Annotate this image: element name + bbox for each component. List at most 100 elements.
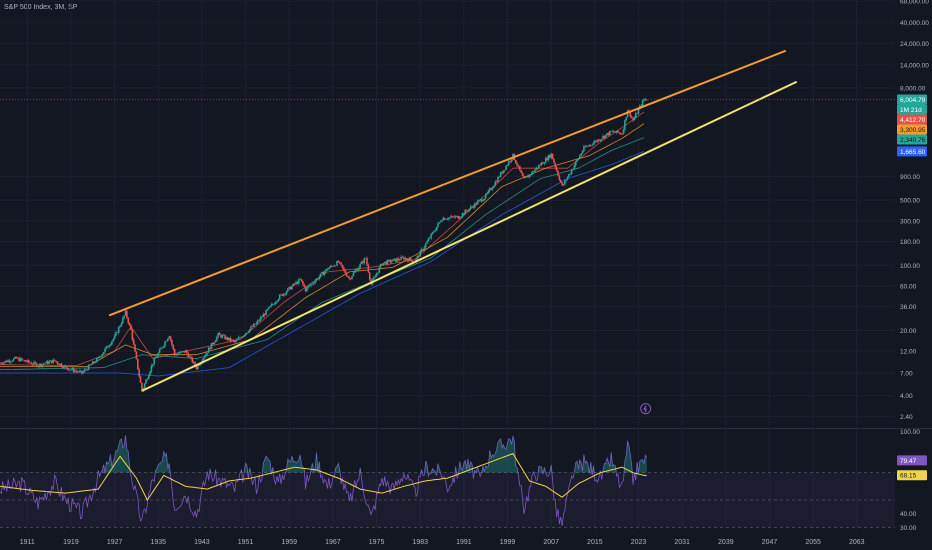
candle [559, 178, 562, 183]
candle [289, 285, 292, 290]
candle-body [364, 258, 367, 259]
candle [225, 336, 228, 340]
candle-body [340, 262, 342, 265]
candle-body [282, 293, 285, 296]
rsi-overbought-fill [0, 435, 648, 473]
candle-body [209, 347, 211, 350]
candle [343, 266, 345, 272]
candle-body [167, 338, 169, 342]
candle [120, 321, 123, 328]
candle [579, 154, 581, 159]
candle-body [27, 360, 30, 363]
candle-body [460, 216, 462, 218]
candle [535, 166, 537, 171]
candle-body [377, 272, 379, 274]
candle-body [60, 363, 63, 367]
candle-body [562, 184, 565, 186]
candle-body [38, 363, 41, 367]
candle [285, 290, 288, 296]
candle-body [591, 144, 593, 146]
candle-body [291, 286, 293, 290]
candle [302, 280, 304, 287]
candle-body [134, 344, 136, 352]
candle [124, 309, 127, 317]
candle [349, 277, 352, 281]
candle-body [363, 258, 366, 264]
candle-body [8, 360, 11, 363]
candle-body [348, 277, 351, 279]
candle [454, 215, 457, 219]
channel-line-lower [141, 80, 798, 392]
candle [419, 249, 422, 257]
candle [207, 346, 210, 353]
candle [157, 352, 160, 358]
candle-body [139, 376, 142, 383]
y-tick-label: 300.00 [900, 218, 920, 225]
candle [509, 160, 512, 163]
candle-body [98, 357, 101, 358]
candle [261, 315, 263, 319]
candle-body [16, 357, 19, 359]
candle-body [63, 365, 65, 368]
candle-body [18, 357, 20, 362]
candle [38, 363, 41, 369]
candle-body [344, 269, 346, 274]
candle-body [471, 206, 473, 208]
candle-body [138, 369, 140, 377]
candle [521, 171, 524, 177]
candle [220, 334, 222, 339]
candle [344, 268, 346, 274]
candle-body [325, 268, 327, 272]
candle-body [321, 272, 323, 274]
candle-body [568, 174, 570, 177]
candle-body [227, 337, 229, 341]
candle-body [317, 278, 319, 280]
candle [51, 360, 53, 365]
candle [397, 256, 400, 262]
candle-body [295, 282, 297, 285]
candle-body [270, 304, 273, 306]
candle-body [131, 330, 134, 340]
candle-body [484, 194, 487, 199]
candle [10, 360, 12, 365]
price-tag-label: 1M 21d [900, 107, 922, 114]
candle-body [501, 172, 503, 174]
candle [68, 369, 71, 372]
candle-body [191, 357, 194, 363]
candle-body [383, 261, 386, 263]
price-tag-label: 3,300.95 [900, 127, 926, 134]
candle-body [388, 260, 390, 261]
candle-body [177, 353, 180, 354]
x-tick-label: 2063 [849, 539, 865, 546]
candle-body [453, 216, 456, 218]
candle-body [255, 322, 258, 325]
candle-body [606, 133, 608, 135]
candle-body [288, 286, 291, 289]
candle-body [446, 219, 449, 220]
candle [221, 334, 224, 340]
candle [160, 346, 162, 350]
candle-body [510, 159, 513, 162]
candle-body [210, 343, 213, 350]
candle-body [49, 360, 52, 362]
candle [206, 352, 209, 356]
candle-body [625, 117, 628, 121]
chart-canvas[interactable]: 68,000.00 40,000.00 24,000.00 14,000.00 8,00… [0, 0, 932, 550]
alert-clock-icon[interactable] [640, 403, 652, 415]
candle-body [207, 347, 210, 353]
candle-body [239, 337, 241, 339]
candle-body [52, 359, 55, 364]
candle-body [169, 336, 172, 341]
candle-body [497, 176, 499, 182]
candle-body [506, 164, 509, 166]
candle-body [486, 193, 488, 195]
price-tag: 1M 21d [897, 104, 927, 115]
candle-body [19, 358, 22, 362]
candle-body [439, 221, 442, 223]
candle-body [160, 348, 162, 350]
candle [214, 339, 217, 343]
moving-average-1 [0, 111, 645, 367]
candle-body [404, 258, 407, 260]
price-tag: 1,665.60 [897, 146, 927, 157]
candle [244, 333, 247, 337]
